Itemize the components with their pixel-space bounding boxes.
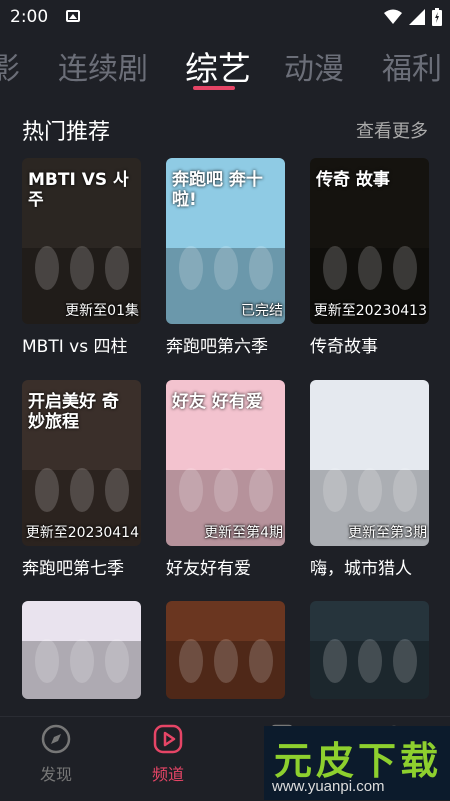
video-poster[interactable] [166, 601, 285, 699]
nav-channel-label: 频道 [151, 765, 184, 784]
video-title[interactable]: 传奇故事 [310, 332, 378, 357]
video-card[interactable] [166, 601, 285, 699]
nav-discover-label: 发现 [39, 765, 72, 784]
video-poster[interactable] [310, 601, 429, 699]
video-card[interactable]: 好友 好有爱更新至第4期好友好有爱 [166, 380, 285, 580]
wifi-icon [384, 9, 402, 24]
video-card[interactable]: 开启美好 奇妙旅程更新至20230414 奔跑吧第七季 [22, 380, 141, 580]
see-more-link[interactable]: 查看更多 [356, 117, 428, 143]
nav-channel[interactable]: 频道 [128, 717, 208, 785]
episode-badge: 更新至第3期 [348, 525, 427, 541]
gallery-notification-icon [66, 10, 80, 22]
compass-icon [41, 724, 71, 754]
video-poster[interactable] [22, 601, 141, 699]
episode-badge: 已完结 [241, 303, 283, 319]
nav-discover[interactable]: 发现 [16, 717, 96, 785]
video-poster[interactable]: 奔跑吧 奔十啦! 已完结 [166, 158, 285, 324]
poster-art [166, 639, 285, 699]
video-poster[interactable]: 好友 好有爱更新至第4期 [166, 380, 285, 546]
video-card[interactable]: 传奇 故事更新至20230413 传奇故事 [310, 158, 429, 358]
episode-badge: 更新至20230414 [25, 525, 139, 541]
status-time: 2:00 [10, 7, 49, 27]
watermark-url: www.yuanpi.com [272, 778, 385, 795]
play-icon [153, 724, 183, 754]
status-bar: 2:00 [0, 0, 450, 34]
video-poster[interactable]: 更新至第3期 [310, 380, 429, 546]
video-title[interactable]: 好友好有爱 [166, 554, 251, 579]
poster-title-art: MBTI VS 사주 [28, 170, 129, 211]
tab-anime[interactable]: 动漫 [284, 44, 344, 88]
video-title[interactable]: 奔跑吧第六季 [166, 332, 268, 357]
video-poster[interactable]: MBTI VS 사주 更新至01集 [22, 158, 141, 324]
video-poster[interactable]: 开启美好 奇妙旅程更新至20230414 [22, 380, 141, 546]
video-card[interactable]: MBTI VS 사주 更新至01集 MBTI vs 四柱 [22, 158, 141, 358]
active-tab-indicator [193, 86, 235, 90]
tab-series[interactable]: 连续剧 [58, 44, 148, 88]
video-card[interactable] [22, 601, 141, 699]
section-title: 热门推荐 [22, 120, 111, 145]
poster-title-art: 好友 好有爱 [172, 392, 263, 412]
video-poster[interactable]: 传奇 故事更新至20230413 [310, 158, 429, 324]
poster-title-art: 奔跑吧 奔十啦! [172, 170, 263, 211]
episode-badge: 更新至第4期 [204, 525, 283, 541]
battery-icon [432, 8, 442, 26]
signal-icon [409, 9, 425, 25]
video-title[interactable]: MBTI vs 四柱 [22, 332, 127, 357]
tab-variety[interactable]: 综艺 [185, 42, 251, 90]
video-card[interactable] [310, 601, 429, 699]
video-title[interactable]: 嗨，城市猎人 [310, 554, 412, 579]
poster-art [310, 639, 429, 699]
watermark-title: 元皮下载 [274, 738, 443, 783]
poster-art [22, 639, 141, 699]
episode-badge: 更新至20230413 [313, 303, 427, 319]
poster-title-art: 开启美好 奇妙旅程 [28, 392, 119, 433]
tab-welfare[interactable]: 福利 [382, 44, 442, 88]
system-icons [384, 8, 442, 26]
video-card[interactable]: 更新至第3期嗨，城市猎人 [310, 380, 429, 580]
channel-tabs: 影 连续剧 综艺 动漫 福利 [0, 34, 450, 92]
tab-movie[interactable]: 影 [0, 44, 20, 88]
poster-title-art: 传奇 故事 [316, 170, 390, 190]
episode-badge: 更新至01集 [65, 303, 139, 319]
site-watermark: 元皮下载 www.yuanpi.com [264, 726, 450, 800]
video-title[interactable]: 奔跑吧第七季 [22, 554, 124, 579]
video-card[interactable]: 奔跑吧 奔十啦! 已完结奔跑吧第六季 [166, 158, 285, 358]
